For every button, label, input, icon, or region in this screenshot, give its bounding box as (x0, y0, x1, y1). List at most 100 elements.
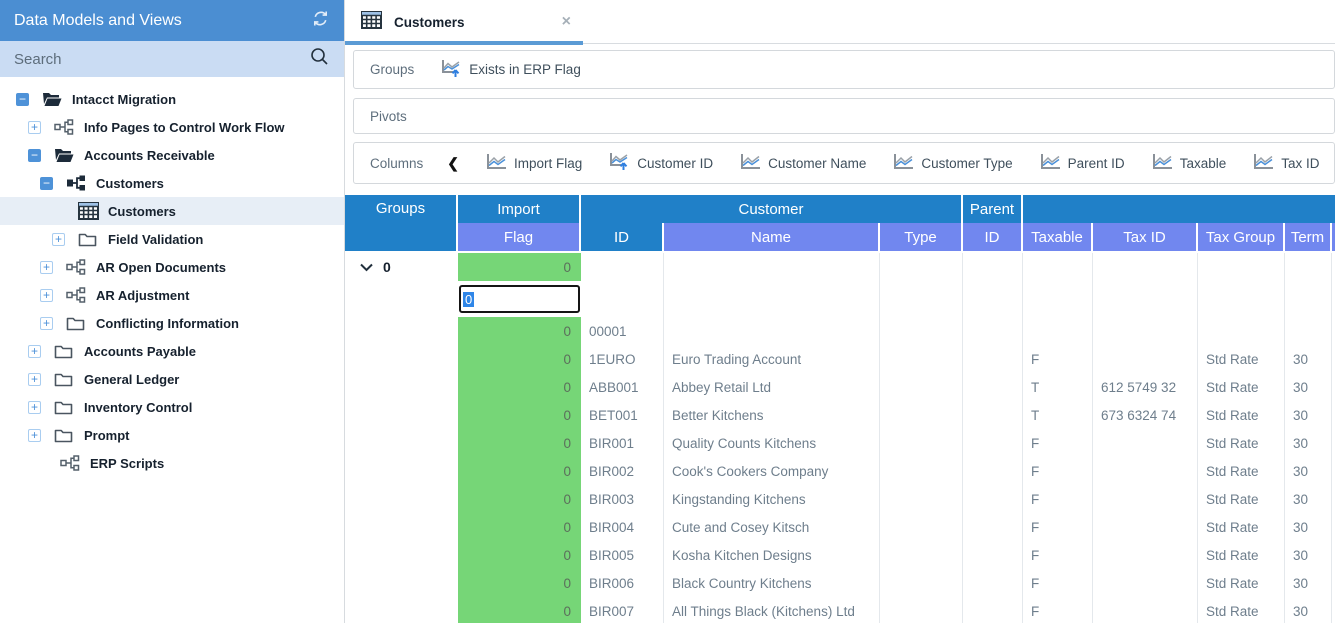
cell-parent-id[interactable] (963, 597, 1023, 623)
cell-taxable[interactable]: F (1023, 485, 1093, 513)
cell-name[interactable]: Kosha Kitchen Designs (664, 541, 880, 569)
cell-group[interactable] (345, 541, 458, 569)
cell-group[interactable] (345, 317, 458, 345)
field-chip-customer-type[interactable]: Customer Type (892, 153, 1012, 174)
cell-id[interactable]: BIR003 (581, 485, 664, 513)
cell-flag[interactable]: 0 (458, 597, 581, 623)
cell-type[interactable] (880, 317, 963, 345)
cell-tax-id[interactable] (1093, 485, 1198, 513)
subheader-type[interactable]: Type (880, 223, 963, 251)
cell-taxable[interactable] (1023, 317, 1093, 345)
cell-tax-group[interactable]: Std Rate (1198, 513, 1285, 541)
cell-parent-id[interactable] (963, 345, 1023, 373)
cell-tax-group[interactable]: Std Rate (1198, 457, 1285, 485)
cell-tax-group[interactable]: Std Rate (1198, 429, 1285, 457)
cell-name[interactable] (664, 281, 880, 317)
cell-term[interactable]: 30 (1285, 401, 1332, 429)
cell-parent-id[interactable] (963, 457, 1023, 485)
cell-group[interactable] (345, 485, 458, 513)
cell-term[interactable]: 30 (1285, 569, 1332, 597)
cell-type[interactable] (880, 597, 963, 623)
cell-parent-id[interactable] (963, 281, 1023, 317)
cell-parent-id[interactable] (963, 401, 1023, 429)
cell-type[interactable] (880, 513, 963, 541)
field-chip-tax-id[interactable]: Tax ID (1252, 153, 1319, 174)
cell-term[interactable]: 30 (1285, 513, 1332, 541)
subheader-parent-id[interactable]: ID (963, 223, 1023, 251)
tree-item-erp-scripts[interactable]: ERP Scripts (0, 449, 344, 477)
cell-tax-group[interactable] (1198, 317, 1285, 345)
cell-tax-group[interactable]: Std Rate (1198, 485, 1285, 513)
chevron-left-icon[interactable]: ❮ (447, 155, 459, 172)
cell-parent-id[interactable] (963, 541, 1023, 569)
cell-id[interactable] (581, 281, 664, 317)
cell-term[interactable] (1285, 281, 1332, 317)
cell-type[interactable] (880, 401, 963, 429)
cell-name[interactable]: Quality Counts Kitchens (664, 429, 880, 457)
collapse-toggle-icon[interactable]: − (40, 177, 53, 190)
cell-group[interactable] (345, 401, 458, 429)
cell-tax-id[interactable] (1093, 597, 1198, 623)
cell-taxable[interactable]: F (1023, 429, 1093, 457)
cell-group[interactable]: 0 (345, 253, 458, 281)
cell-parent-id[interactable] (963, 569, 1023, 597)
tree-item-intacct-migration[interactable]: −Intacct Migration (0, 85, 344, 113)
cell-type[interactable] (880, 485, 963, 513)
cell-name[interactable]: Cute and Cosey Kitsch (664, 513, 880, 541)
cell-tax-group[interactable]: Std Rate (1198, 541, 1285, 569)
cell-type[interactable] (880, 429, 963, 457)
tree-item-field-validation[interactable]: +Field Validation (0, 225, 344, 253)
cell-term[interactable]: 30 (1285, 597, 1332, 623)
cell-name[interactable]: Abbey Retail Ltd (664, 373, 880, 401)
expand-toggle-icon[interactable]: + (28, 429, 41, 442)
cell-name[interactable]: Kingstanding Kitchens (664, 485, 880, 513)
field-chip-parent-id[interactable]: Parent ID (1039, 153, 1125, 174)
cell-id[interactable]: BIR007 (581, 597, 664, 623)
cell-group[interactable] (345, 345, 458, 373)
cell-parent-id[interactable] (963, 253, 1023, 281)
tree-item-accounts-receivable[interactable]: −Accounts Receivable (0, 141, 344, 169)
cell-parent-id[interactable] (963, 513, 1023, 541)
cell-tax-id[interactable] (1093, 429, 1198, 457)
cell-id[interactable]: 1EURO (581, 345, 664, 373)
tree-item-ar-open-documents[interactable]: +AR Open Documents (0, 253, 344, 281)
cell-tax-id[interactable] (1093, 457, 1198, 485)
cell-id[interactable]: BIR002 (581, 457, 664, 485)
header-groups[interactable]: Groups (345, 195, 458, 251)
cell-name[interactable]: Better Kitchens (664, 401, 880, 429)
cell-id[interactable]: BIR005 (581, 541, 664, 569)
tree-item-customers[interactable]: −Customers (0, 169, 344, 197)
subheader-tax-group[interactable]: Tax Group (1198, 223, 1285, 251)
cell-tax-group[interactable]: Std Rate (1198, 401, 1285, 429)
expand-toggle-icon[interactable]: + (28, 401, 41, 414)
cell-parent-id[interactable] (963, 317, 1023, 345)
tree-item-general-ledger[interactable]: +General Ledger (0, 365, 344, 393)
expand-toggle-icon[interactable]: + (52, 233, 65, 246)
expand-toggle-icon[interactable]: + (28, 373, 41, 386)
cell-group[interactable] (345, 281, 458, 317)
cell-type[interactable] (880, 541, 963, 569)
cell-group[interactable] (345, 457, 458, 485)
cell-type[interactable] (880, 253, 963, 281)
cell-flag[interactable]: 0 (458, 401, 581, 429)
cell-term[interactable] (1285, 317, 1332, 345)
cell-flag[interactable]: 0 (458, 317, 581, 345)
cell-flag[interactable]: 0 (458, 373, 581, 401)
tree-item-conflicting-information[interactable]: +Conflicting Information (0, 309, 344, 337)
cell-id[interactable]: BET001 (581, 401, 664, 429)
header-import[interactable]: Import (458, 195, 581, 223)
pivots-bar[interactable]: Pivots (353, 98, 1335, 134)
cell-tax-id[interactable] (1093, 541, 1198, 569)
search-bar[interactable] (0, 41, 344, 77)
cell-editor[interactable]: 0 (459, 285, 580, 313)
cell-term[interactable]: 30 (1285, 541, 1332, 569)
cell-taxable[interactable]: F (1023, 513, 1093, 541)
cell-type[interactable] (880, 457, 963, 485)
cell-id[interactable]: 00001 (581, 317, 664, 345)
cell-group[interactable] (345, 513, 458, 541)
cell-flag[interactable]: 0 (458, 429, 581, 457)
search-icon[interactable] (309, 46, 330, 72)
cell-tax-id[interactable] (1093, 253, 1198, 281)
tab-customers[interactable]: Customers × (345, 0, 583, 44)
field-chip-customer-name[interactable]: Customer Name (739, 153, 866, 174)
